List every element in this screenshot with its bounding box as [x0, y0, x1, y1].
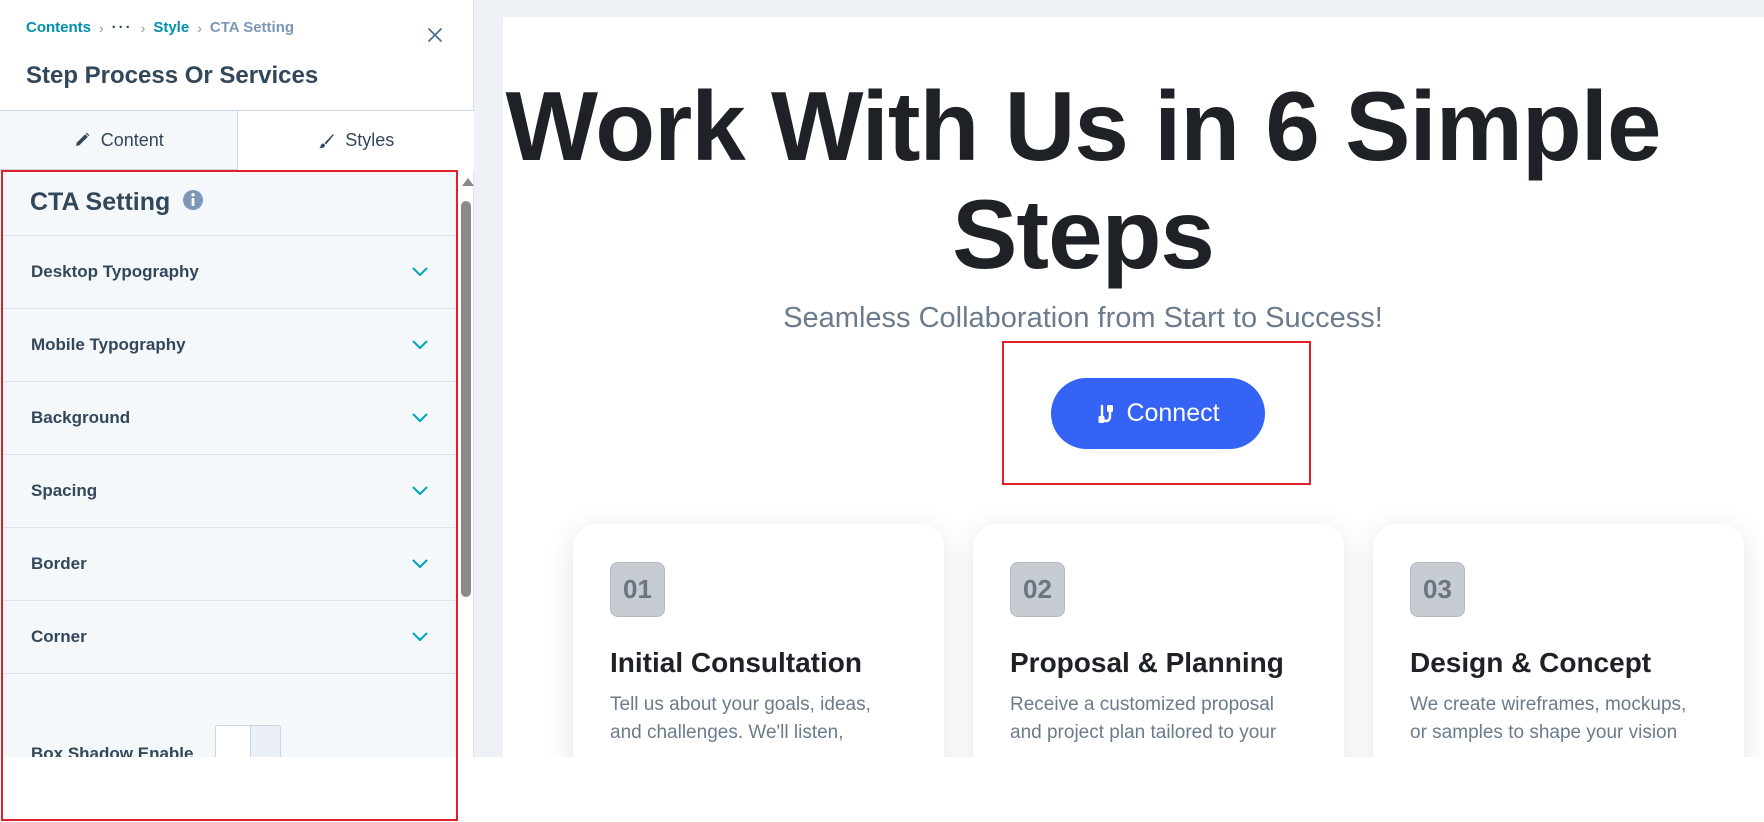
breadcrumb-separator: › [99, 19, 104, 36]
accordion-spacing[interactable]: Spacing [2, 455, 458, 528]
cta-setting-title: CTA Setting [30, 188, 171, 216]
box-shadow-label: Box Shadow Enable [31, 744, 194, 757]
accordion-border[interactable]: Border [2, 528, 458, 601]
pencil-icon [75, 132, 90, 146]
scroll-up-arrow-icon[interactable] [462, 178, 474, 186]
chevron-down-icon [412, 413, 428, 422]
steps-cards: 01 Initial Consultation Tell us about yo… [573, 524, 1744, 757]
breadcrumb: Contents › ··· › Style › CTA Setting [26, 19, 294, 36]
preview-canvas: Work With Us in 6 Simple Steps Seamless … [503, 17, 1764, 757]
cta-setting-header: CTA Setting [2, 170, 458, 236]
step-description: Receive a customized proposal and projec… [1010, 694, 1277, 743]
tab-content[interactable]: Content [0, 111, 238, 170]
accordion-label: Corner [31, 627, 87, 646]
chevron-down-icon [412, 267, 428, 276]
step-number: 01 [610, 562, 665, 617]
chevron-down-icon [412, 486, 428, 495]
step-title: Design & Concept [1410, 647, 1652, 678]
tab-bar: Content Styles [0, 110, 474, 170]
accordion-mobile-typography[interactable]: Mobile Typography [2, 309, 458, 382]
step-number: 02 [1010, 562, 1065, 617]
chevron-down-icon [412, 559, 428, 568]
accordion-label: Desktop Typography [31, 262, 199, 281]
accordion-corner[interactable]: Corner [2, 601, 458, 674]
connect-button-label: Connect [1126, 399, 1220, 427]
cta-settings-section: CTA Setting Desktop Typography Mobile Ty… [2, 170, 458, 757]
connect-button[interactable]: Connect [1051, 378, 1265, 449]
step-number: 03 [1410, 562, 1465, 617]
step-card: 02 Proposal & Planning Receive a customi… [973, 524, 1344, 757]
hero-title: Work With Us in 6 Simple Steps [505, 71, 1662, 289]
breadcrumb-separator: › [140, 19, 146, 36]
step-title: Proposal & Planning [1010, 647, 1284, 678]
toggle-knob [215, 725, 252, 757]
tab-styles-label: Styles [345, 130, 395, 150]
bottom-blank-area [0, 757, 1764, 822]
breadcrumb-separator: › [197, 19, 202, 36]
tab-styles[interactable]: Styles [237, 111, 474, 170]
breadcrumb-more-button[interactable]: ··· [112, 19, 133, 36]
accordion-background[interactable]: Background [2, 382, 458, 455]
hero-subtitle: Seamless Collaboration from Start to Suc… [783, 302, 1383, 334]
accordion-label: Border [31, 554, 87, 573]
breadcrumb-style-link[interactable]: Style [153, 19, 189, 36]
brush-icon [319, 133, 335, 148]
info-icon[interactable] [182, 189, 204, 211]
step-description: Tell us about your goals, ideas, and cha… [610, 694, 871, 743]
accordion-label: Background [31, 408, 131, 427]
close-icon [428, 28, 442, 42]
chevron-down-icon [412, 632, 428, 641]
close-button[interactable] [424, 24, 446, 46]
box-shadow-toggle[interactable] [215, 725, 282, 757]
settings-panel: Contents › ··· › Style › CTA Setting Ste… [0, 0, 474, 757]
connect-icon [1098, 404, 1114, 423]
step-title: Initial Consultation [610, 647, 862, 678]
accordion-label: Spacing [31, 481, 98, 500]
step-description: We create wireframes, mockups, or sample… [1410, 694, 1687, 743]
breadcrumb-current: CTA Setting [209, 19, 295, 36]
step-card: 03 Design & Concept We create wireframes… [1373, 524, 1744, 757]
tab-content-label: Content [100, 129, 164, 150]
box-shadow-row: Box Shadow Enable [31, 722, 282, 757]
accordion-label: Mobile Typography [31, 335, 186, 354]
panel-title: Step Process Or Services [26, 62, 319, 89]
accordion-desktop-typography[interactable]: Desktop Typography [2, 236, 458, 309]
chevron-down-icon [412, 340, 428, 349]
breadcrumb-contents-link[interactable]: Contents [26, 19, 91, 36]
scrollbar-thumb[interactable] [461, 201, 471, 597]
step-card: 01 Initial Consultation Tell us about yo… [573, 524, 944, 757]
